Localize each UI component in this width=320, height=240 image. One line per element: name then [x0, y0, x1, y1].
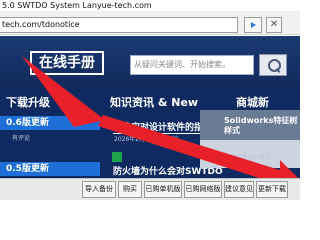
suggestions-button[interactable]: 建议意见: [224, 181, 254, 198]
go-button[interactable]: [244, 17, 262, 33]
address-bar: tech.com/tdonotice ✕: [0, 11, 300, 35]
update-download-button[interactable]: 更新下载: [256, 181, 288, 198]
version-update-link-2[interactable]: 0.5版更新: [0, 162, 100, 176]
header-banner: 在线手册 从疑问关键词、开始搜索。: [0, 36, 300, 92]
store-product-caption[interactable]: Solidworks特征树 样式: [224, 116, 300, 136]
purchased-network-button[interactable]: 已购网络版: [184, 181, 222, 198]
store-product-date: 2026年1月29日: [226, 154, 271, 161]
knowledge-news-heading: 知识资讯 & New: [110, 96, 199, 109]
purchase-button[interactable]: 购买: [118, 181, 142, 198]
news-date-1: 2026年2月1日 · 有评论: [114, 136, 179, 143]
search-input[interactable]: 从疑问关键词、开始搜索。: [130, 55, 254, 75]
download-upgrade-heading: 下载升级: [6, 96, 50, 109]
version-update-link-1[interactable]: 0.6版更新: [0, 116, 100, 130]
url-field[interactable]: tech.com/tdonotice: [0, 17, 238, 33]
online-manual-button[interactable]: 在线手册: [30, 51, 104, 75]
news-thumbnail-icon: [112, 152, 122, 162]
import-backup-button[interactable]: 导入备份: [82, 181, 116, 198]
search-icon[interactable]: [259, 54, 287, 76]
store-news-heading: 商城新: [236, 96, 269, 109]
comment-count: 有评论: [12, 135, 31, 142]
window-title: 5.0 SWTDO System Lanyue-tech.com: [0, 0, 300, 11]
bottom-toolbar: 导入备份 购买 已购单机版 已购网络版 建议意见 更新下载: [0, 178, 300, 200]
purchased-standalone-button[interactable]: 已购单机版: [144, 181, 182, 198]
close-icon[interactable]: ✕: [266, 17, 282, 33]
